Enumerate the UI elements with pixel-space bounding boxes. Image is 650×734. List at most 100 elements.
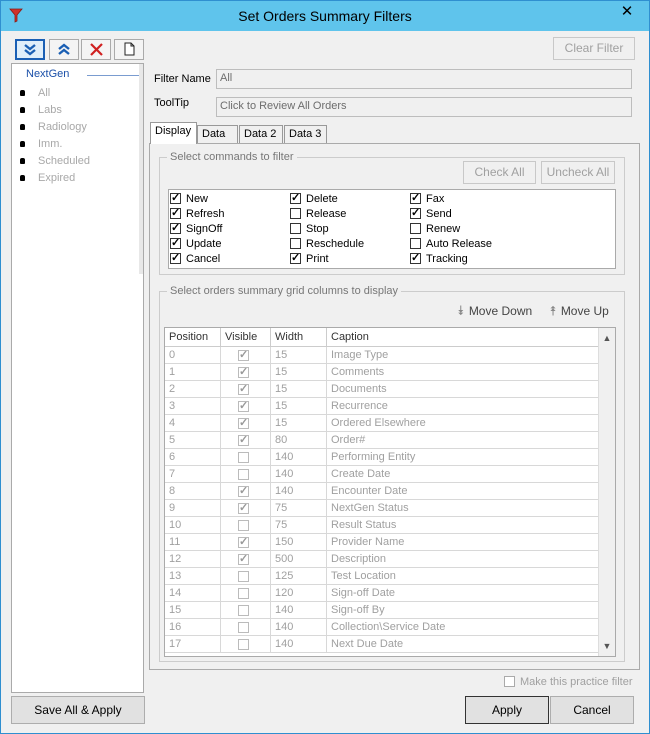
visible-checkbox[interactable] bbox=[238, 571, 249, 582]
visible-cell[interactable] bbox=[221, 347, 271, 364]
cancel-button[interactable]: Cancel bbox=[550, 696, 634, 724]
command-checkbox[interactable] bbox=[170, 236, 181, 249]
width-cell[interactable]: 500 bbox=[271, 551, 327, 568]
command-option[interactable]: Tracking bbox=[410, 251, 468, 265]
table-row[interactable]: 10 75 Result Status bbox=[165, 517, 600, 534]
position-cell[interactable]: 3 bbox=[165, 398, 221, 415]
tree-root-nextgen[interactable]: NextGen bbox=[26, 68, 69, 80]
delete-filter-button[interactable] bbox=[81, 39, 111, 60]
command-checkbox[interactable] bbox=[290, 251, 301, 264]
caption-cell[interactable]: Test Location bbox=[327, 568, 600, 585]
new-filter-button[interactable] bbox=[114, 39, 144, 60]
visible-cell[interactable] bbox=[221, 415, 271, 432]
visible-checkbox[interactable] bbox=[238, 484, 249, 497]
table-row[interactable]: 8 140Encounter Date bbox=[165, 483, 600, 500]
visible-cell[interactable] bbox=[221, 398, 271, 415]
table-row[interactable]: 9 75NextGen Status bbox=[165, 500, 600, 517]
caption-cell[interactable]: Encounter Date bbox=[327, 483, 600, 500]
command-checkbox[interactable] bbox=[410, 206, 421, 219]
command-option[interactable]: SignOff bbox=[170, 221, 223, 235]
move-up-column-button[interactable]: ⯭ Move Up bbox=[549, 303, 609, 319]
position-cell[interactable]: 2 bbox=[165, 381, 221, 398]
caption-cell[interactable]: Create Date bbox=[327, 466, 600, 483]
tree-item-all[interactable]: All bbox=[20, 87, 50, 99]
position-cell[interactable]: 5 bbox=[165, 432, 221, 449]
caption-cell[interactable]: Sign-off By bbox=[327, 602, 600, 619]
caption-cell[interactable]: Image Type bbox=[327, 347, 600, 364]
position-cell[interactable]: 4 bbox=[165, 415, 221, 432]
position-cell[interactable]: 15 bbox=[165, 602, 221, 619]
scroll-up-icon[interactable]: ▲ bbox=[599, 330, 615, 346]
visible-cell[interactable] bbox=[221, 551, 271, 568]
visible-cell[interactable] bbox=[221, 602, 271, 619]
visible-checkbox[interactable] bbox=[238, 639, 249, 650]
command-option[interactable]: Reschedule bbox=[290, 238, 364, 250]
width-cell[interactable]: 15 bbox=[271, 398, 327, 415]
visible-cell[interactable] bbox=[221, 636, 271, 653]
width-cell[interactable]: 150 bbox=[271, 534, 327, 551]
tab-data-2[interactable]: Data 2 bbox=[239, 125, 283, 143]
visible-cell[interactable] bbox=[221, 517, 271, 534]
command-checkbox[interactable] bbox=[290, 191, 301, 204]
check-all-button[interactable]: Check All bbox=[463, 161, 536, 184]
visible-checkbox[interactable] bbox=[238, 348, 249, 361]
caption-cell[interactable]: Result Status bbox=[327, 517, 600, 534]
command-option[interactable]: New bbox=[170, 191, 208, 205]
command-option[interactable]: Release bbox=[290, 208, 346, 220]
visible-checkbox[interactable] bbox=[238, 520, 249, 531]
visible-checkbox[interactable] bbox=[238, 399, 249, 412]
width-cell[interactable]: 15 bbox=[271, 415, 327, 432]
position-cell[interactable]: 13 bbox=[165, 568, 221, 585]
width-cell[interactable]: 120 bbox=[271, 585, 327, 602]
command-checkbox[interactable] bbox=[170, 251, 181, 264]
width-cell[interactable]: 140 bbox=[271, 466, 327, 483]
table-row[interactable]: 0 15Image Type bbox=[165, 347, 600, 364]
command-option[interactable]: Refresh bbox=[170, 206, 225, 220]
visible-checkbox[interactable] bbox=[238, 452, 249, 463]
visible-checkbox[interactable] bbox=[238, 552, 249, 565]
table-row[interactable]: 3 15Recurrence bbox=[165, 398, 600, 415]
command-option[interactable]: Stop bbox=[290, 223, 329, 235]
caption-cell[interactable]: Recurrence bbox=[327, 398, 600, 415]
table-row[interactable]: 1 15Comments bbox=[165, 364, 600, 381]
command-checkbox[interactable] bbox=[290, 223, 301, 234]
tooltip-field[interactable]: Click to Review All Orders bbox=[216, 97, 632, 117]
caption-cell[interactable]: Comments bbox=[327, 364, 600, 381]
close-button[interactable]: ✕ bbox=[605, 1, 649, 25]
filter-tree[interactable]: NextGen All Labs Radiology Imm. Schedule… bbox=[11, 63, 144, 693]
width-cell[interactable]: 140 bbox=[271, 449, 327, 466]
caption-cell[interactable]: NextGen Status bbox=[327, 500, 600, 517]
visible-checkbox[interactable] bbox=[238, 382, 249, 395]
command-option[interactable]: Auto Release bbox=[410, 238, 492, 250]
visible-checkbox[interactable] bbox=[238, 416, 249, 429]
caption-cell[interactable]: Next Due Date bbox=[327, 636, 600, 653]
table-row[interactable]: 13 125 Test Location bbox=[165, 568, 600, 585]
command-checkbox[interactable] bbox=[170, 206, 181, 219]
practice-filter-checkbox[interactable] bbox=[504, 676, 515, 687]
move-down-button[interactable] bbox=[15, 39, 45, 60]
clear-filter-button[interactable]: Clear Filter bbox=[553, 37, 635, 60]
table-row[interactable]: 11 150Provider Name bbox=[165, 534, 600, 551]
tab-display[interactable]: Display bbox=[150, 122, 197, 144]
caption-cell[interactable]: Ordered Elsewhere bbox=[327, 415, 600, 432]
table-row[interactable]: 17 140 Next Due Date bbox=[165, 636, 600, 653]
header-width[interactable]: Width bbox=[271, 328, 327, 347]
tree-item-scheduled[interactable]: Scheduled bbox=[20, 155, 90, 167]
table-row[interactable]: 7 140 Create Date bbox=[165, 466, 600, 483]
move-up-button[interactable] bbox=[49, 39, 79, 60]
scroll-down-icon[interactable]: ▼ bbox=[599, 638, 615, 654]
table-row[interactable]: 14 120 Sign-off Date bbox=[165, 585, 600, 602]
visible-checkbox[interactable] bbox=[238, 535, 249, 548]
command-checkbox[interactable] bbox=[290, 238, 301, 249]
position-cell[interactable]: 14 bbox=[165, 585, 221, 602]
command-checkbox[interactable] bbox=[290, 208, 301, 219]
width-cell[interactable]: 15 bbox=[271, 381, 327, 398]
tree-scrollbar[interactable] bbox=[139, 64, 143, 274]
caption-cell[interactable]: Performing Entity bbox=[327, 449, 600, 466]
tree-item-expired[interactable]: Expired bbox=[20, 172, 75, 184]
width-cell[interactable]: 15 bbox=[271, 347, 327, 364]
practice-filter-option[interactable]: Make this practice filter bbox=[504, 676, 632, 688]
visible-checkbox[interactable] bbox=[238, 433, 249, 446]
visible-cell[interactable] bbox=[221, 466, 271, 483]
visible-checkbox[interactable] bbox=[238, 588, 249, 599]
